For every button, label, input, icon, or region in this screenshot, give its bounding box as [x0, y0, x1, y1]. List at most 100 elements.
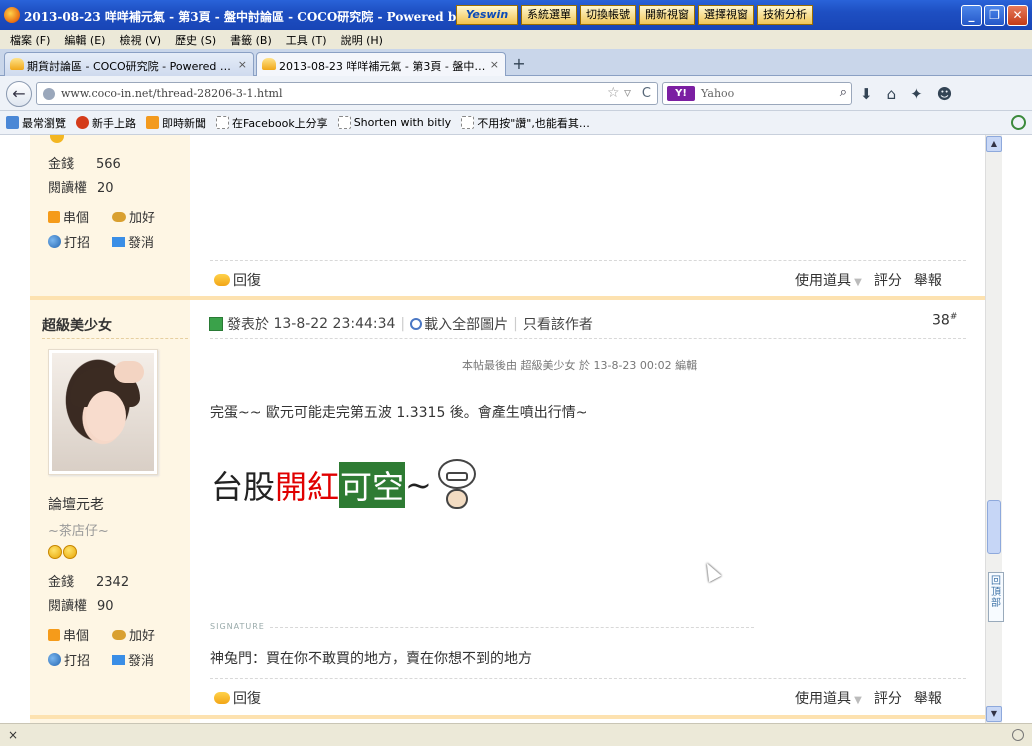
- rate-link[interactable]: 評分: [874, 691, 902, 707]
- scroll-up-arrow-icon[interactable]: ▲: [986, 136, 1002, 152]
- rank-stars: [48, 545, 77, 559]
- close-button[interactable]: ✕: [1007, 5, 1028, 26]
- avatar[interactable]: [48, 349, 158, 475]
- signature-text: 神兔門：買在你不敢買的地方，賣在你想不到的地方: [210, 651, 532, 667]
- home-icon[interactable]: ⌂: [887, 85, 897, 103]
- smile-icon: [63, 545, 77, 559]
- bookmark-most-visited[interactable]: 最常瀏覽: [6, 115, 66, 131]
- scroll-thumb[interactable]: [987, 500, 1001, 554]
- load-all-images-link[interactable]: 載入全部圖片: [424, 314, 508, 334]
- post-message: 完蛋~~ 歐元可能走完第五波 1.3315 後。會產生噴出行情~: [210, 405, 588, 421]
- window-controls: _ ❐ ✕: [961, 5, 1028, 26]
- menu-file[interactable]: 檔案 (F): [10, 32, 50, 48]
- close-addon-bar-icon[interactable]: ×: [8, 728, 18, 742]
- mail-icon: [112, 654, 125, 665]
- reply-button[interactable]: 回復: [214, 688, 261, 708]
- post-time: 13-8-22 23:44:34: [273, 316, 396, 332]
- navigation-bar: ← www.coco-in.net/thread-28206-3-1.html …: [0, 76, 1032, 111]
- window-titlebar: 2013-08-23 咩咩補元氣 - 第3頁 - 盤中討論區 - COCO研究院…: [0, 0, 1032, 30]
- report-link[interactable]: 舉報: [914, 273, 942, 289]
- report-link[interactable]: 舉報: [914, 691, 942, 707]
- reload-icon[interactable]: C: [642, 86, 651, 101]
- toolbar-switch-account-button[interactable]: 切換帳號: [580, 5, 636, 25]
- tab-strip: 期貨討論區 - COCO研究院 - Powered … × 2013-08-23…: [0, 49, 1032, 76]
- signature-divider: [270, 627, 754, 628]
- bookmark-news[interactable]: 即時新聞: [146, 115, 206, 131]
- tab-label: 期貨討論區 - COCO研究院 - Powered …: [27, 60, 231, 73]
- rss-icon: [146, 116, 159, 129]
- new-tab-plus-icon[interactable]: +: [508, 53, 530, 75]
- bookmark-folder-icon: [6, 116, 19, 129]
- reply-button-prev[interactable]: 回復: [214, 270, 261, 290]
- resize-grip-icon[interactable]: [1012, 729, 1024, 741]
- tab-close-icon[interactable]: ×: [238, 58, 247, 71]
- status-bar: ×: [0, 723, 1032, 746]
- yahoo-engine-icon[interactable]: Y!: [667, 86, 695, 101]
- author-message-link[interactable]: 發消: [112, 650, 154, 669]
- toolbar-system-menu-button[interactable]: 系統選單: [521, 5, 577, 25]
- tab-futures-forum[interactable]: 期貨討論區 - COCO研究院 - Powered … ×: [4, 52, 254, 76]
- author-greet-link[interactable]: 打招: [48, 650, 90, 669]
- bookmark-star-icon[interactable]: ☆ ▿: [607, 85, 631, 101]
- window-title: 2013-08-23 咩咩補元氣 - 第3頁 - 盤中討論區 - COCO研究院…: [24, 10, 464, 24]
- bookmark-no-like[interactable]: 不用按"讚",也能看其…: [461, 115, 590, 131]
- scroll-down-arrow-icon[interactable]: ▼: [986, 706, 1002, 722]
- author-read-permission: 閱讀權 90: [48, 599, 114, 614]
- back-to-top-button[interactable]: 回頂部: [988, 572, 1004, 622]
- forum-favicon-icon: [10, 58, 24, 70]
- firefox-icon: [76, 116, 89, 129]
- use-tools-link[interactable]: 使用道具: [795, 691, 851, 707]
- menu-help[interactable]: 說明 (H): [341, 32, 383, 48]
- vertical-scrollbar[interactable]: ▲ ▼: [985, 135, 1002, 723]
- author-name[interactable]: 超級美少女: [42, 315, 112, 335]
- prev-serial-link[interactable]: 串個: [48, 207, 89, 226]
- divider: [210, 260, 966, 261]
- author-serial-link[interactable]: 串個: [48, 625, 89, 644]
- edit-note: 本帖最後由 超級美少女 於 13-8-23 00:02 編輯: [462, 359, 698, 372]
- url-text: www.coco-in.net/thread-28206-3-1.html: [61, 87, 283, 100]
- zoom-magnifier-icon[interactable]: [1011, 115, 1026, 130]
- bookmark-getting-started[interactable]: 新手上路: [76, 115, 136, 131]
- minimize-button[interactable]: _: [961, 5, 982, 26]
- yeswin-logo[interactable]: Yeswin: [456, 5, 518, 25]
- rate-link[interactable]: 評分: [874, 273, 902, 289]
- post-separator: [30, 715, 985, 719]
- nav-icons: ⬇ ⌂ ✦ ☻: [860, 85, 952, 103]
- addon-face-icon[interactable]: ☻: [937, 85, 953, 103]
- back-arrow-icon[interactable]: ←: [6, 81, 32, 107]
- bookmark-facebook-share[interactable]: 在Facebook上分享: [216, 115, 328, 131]
- menu-view[interactable]: 檢視 (V): [119, 32, 161, 48]
- menu-bar: 檔案 (F) 編輯 (E) 檢視 (V) 歷史 (S) 書籤 (B) 工具 (T…: [0, 30, 1032, 49]
- floor-number[interactable]: 38#: [932, 312, 957, 329]
- caret-down-icon: ▼: [851, 695, 862, 706]
- mail-icon: [112, 236, 125, 247]
- menu-history[interactable]: 歷史 (S): [175, 32, 216, 48]
- menu-bookmarks[interactable]: 書籤 (B): [230, 32, 272, 48]
- search-placeholder: Yahoo: [701, 87, 735, 100]
- tab-close-icon[interactable]: ×: [490, 58, 499, 71]
- menu-tools[interactable]: 工具 (T): [286, 32, 327, 48]
- prev-money: 金錢 566: [48, 157, 121, 172]
- prev-greet-link[interactable]: 打招: [48, 232, 90, 251]
- toolbar-select-window-button[interactable]: 選擇視窗: [698, 5, 754, 25]
- page-content: 金錢 566 閱讀權 20 串個 加好 打招 發消 回復 使用道具 ▼ 評分 舉報 超級…: [0, 135, 985, 723]
- search-icon[interactable]: ⌕: [840, 85, 847, 100]
- bookmark-bitly[interactable]: Shorten with bitly: [337, 116, 451, 129]
- menu-edit[interactable]: 編輯 (E): [64, 32, 105, 48]
- prev-add-friend-link[interactable]: 加好: [112, 207, 155, 226]
- restore-button[interactable]: ❐: [984, 5, 1005, 26]
- tab-current-thread[interactable]: 2013-08-23 咩咩補元氣 - 第3頁 - 盤中… ×: [256, 52, 506, 76]
- addon-icon[interactable]: ✦: [910, 85, 923, 103]
- url-bar[interactable]: www.coco-in.net/thread-28206-3-1.html ☆ …: [36, 82, 658, 105]
- toolbar-new-window-button[interactable]: 開新視窗: [639, 5, 695, 25]
- download-arrow-icon[interactable]: ⬇: [860, 85, 873, 103]
- prev-message-link[interactable]: 發消: [112, 232, 154, 251]
- use-tools-link[interactable]: 使用道具: [795, 273, 851, 289]
- search-box[interactable]: Y! Yahoo ⌕: [662, 82, 852, 105]
- toolbar-tech-analysis-button[interactable]: 技術分析: [757, 5, 813, 25]
- tab-label: 2013-08-23 咩咩補元氣 - 第3頁 - 盤中…: [279, 60, 486, 73]
- author-add-friend-link[interactable]: 加好: [112, 625, 155, 644]
- post-area: [190, 135, 985, 723]
- only-author-link[interactable]: 只看該作者: [523, 314, 593, 334]
- blank-page-icon: [461, 116, 475, 129]
